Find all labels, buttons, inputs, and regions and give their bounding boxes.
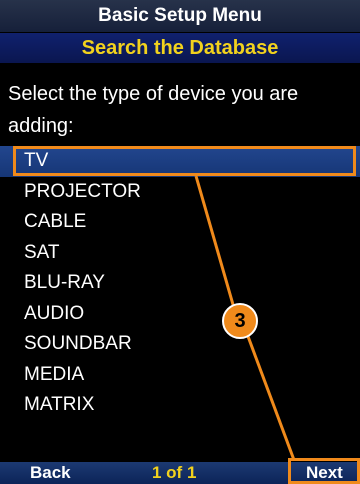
- callout-number: 3: [234, 309, 246, 332]
- leader-line-to-tv: [194, 175, 238, 316]
- callout-leader-lines: [194, 175, 296, 461]
- back-button[interactable]: Back: [30, 462, 71, 484]
- callout-number-badge: 3: [222, 303, 258, 339]
- leader-line-to-next: [244, 330, 296, 461]
- next-highlight-box: [288, 458, 360, 484]
- page-indicator: 1 of 1: [152, 463, 197, 482]
